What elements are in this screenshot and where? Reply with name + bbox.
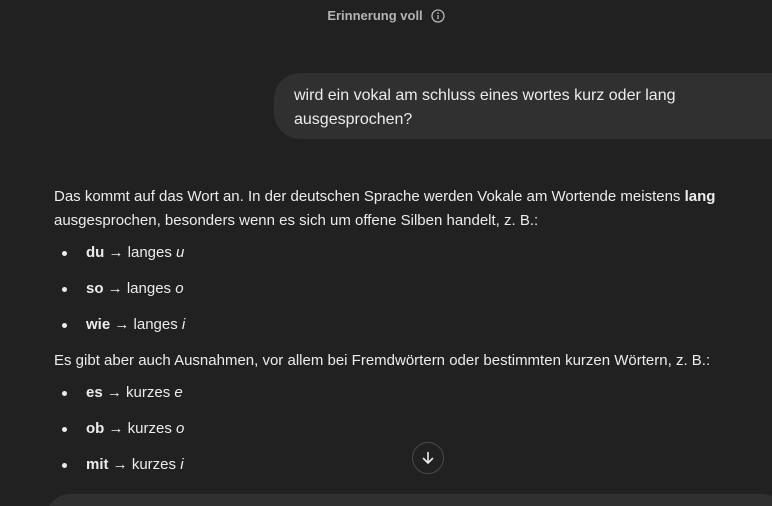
exceptions-paragraph: Es gibt aber auch Ausnahmen, vor allem b…	[54, 352, 711, 369]
memory-full-label: Erinnerung voll	[327, 8, 423, 23]
assistant-intro-paragraph: Das kommt auf das Wort an. In der deutsc…	[54, 185, 766, 233]
example-vowel: i	[180, 456, 184, 473]
intro-bold-text: lang	[684, 188, 716, 205]
example-word: ob	[86, 420, 105, 437]
list-item: mit → kurzes i	[54, 453, 766, 477]
list-item: du → langes u	[54, 241, 766, 265]
example-vowel: i	[181, 316, 186, 333]
example-vowel: o	[176, 420, 185, 437]
bullet-icon	[62, 323, 67, 328]
example-arrow-text: → kurzes	[108, 456, 181, 473]
example-vowel: u	[176, 244, 185, 261]
list-item: ob → kurzes o	[54, 417, 766, 441]
list-item: es → kurzes e	[54, 381, 766, 405]
example-arrow-text: → kurzes	[102, 384, 175, 401]
bullet-icon	[62, 287, 67, 292]
long-vowel-list: du → langes u so → langes o wie → langes…	[54, 241, 766, 337]
example-arrow-text: → langes	[104, 244, 177, 261]
memory-full-banner[interactable]: Erinnerung voll	[0, 8, 772, 23]
example-arrow-text: → langes	[103, 280, 176, 297]
bullet-icon	[62, 427, 67, 432]
example-word: wie	[86, 316, 111, 333]
example-vowel: e	[174, 384, 183, 401]
example-word: so	[86, 280, 104, 297]
user-message-text: wird ein vokal am schluss eines wortes k…	[294, 87, 676, 128]
bullet-icon	[62, 463, 67, 468]
scroll-to-bottom-button[interactable]	[412, 442, 444, 474]
info-icon[interactable]	[431, 8, 445, 23]
example-word: es	[86, 384, 103, 401]
bullet-icon	[62, 391, 67, 396]
example-arrow-text: → langes	[110, 316, 182, 333]
chat-page: Erinnerung voll wird ein vokal am schlus…	[0, 0, 772, 506]
short-vowel-list: es → kurzes e ob → kurzes o mit → kurzes…	[54, 381, 766, 477]
bullet-icon	[62, 251, 67, 256]
message-composer[interactable]	[46, 494, 772, 506]
list-item: so → langes o	[54, 277, 766, 301]
assistant-message: Das kommt auf das Wort an. In der deutsc…	[54, 185, 766, 489]
user-message-bubble: wird ein vokal am schluss eines wortes k…	[274, 73, 772, 139]
arrow-down-icon	[422, 451, 434, 464]
intro-text-end: ausgesprochen, besonders wenn es sich um…	[54, 212, 539, 229]
intro-text: Das kommt auf das Wort an. In der deutsc…	[54, 188, 685, 205]
example-word: du	[86, 244, 105, 261]
example-word: mit	[86, 456, 109, 473]
example-vowel: o	[175, 280, 184, 297]
example-arrow-text: → kurzes	[104, 420, 177, 437]
list-item: wie → langes i	[54, 313, 766, 337]
